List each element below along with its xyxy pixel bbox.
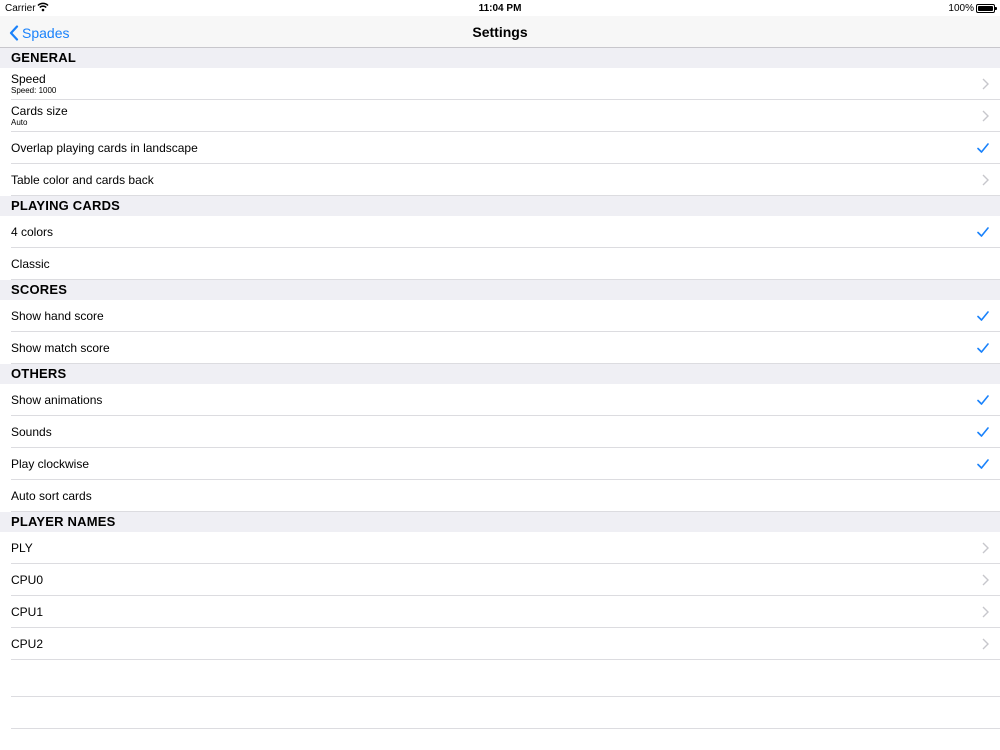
empty-row-divider bbox=[11, 728, 1000, 729]
overlap-cards-row[interactable]: Overlap playing cards in landscape bbox=[0, 132, 1000, 164]
clock: 11:04 PM bbox=[478, 3, 522, 14]
four-colors-title: 4 colors bbox=[11, 225, 54, 239]
four-colors-row[interactable]: 4 colors bbox=[0, 216, 1000, 248]
cards-size-title: Cards size bbox=[11, 104, 68, 118]
speed-subtitle: Speed: 1000 bbox=[11, 86, 57, 95]
player-row[interactable]: CPU0 bbox=[0, 564, 1000, 596]
table-color-row[interactable]: Table color and cards back bbox=[0, 164, 1000, 196]
checkmark-icon bbox=[977, 395, 989, 405]
speed-title: Speed bbox=[11, 72, 46, 86]
overlap-cards-title: Overlap playing cards in landscape bbox=[11, 141, 198, 155]
chevron-right-icon bbox=[982, 78, 989, 90]
settings-list: GENERAL Speed Speed: 1000 Cards size Aut… bbox=[0, 48, 1000, 660]
player-row[interactable]: PLY bbox=[0, 532, 1000, 564]
cards-size-subtitle: Auto bbox=[11, 118, 28, 127]
hand-score-title: Show hand score bbox=[11, 309, 104, 323]
animations-title: Show animations bbox=[11, 393, 103, 407]
navigation-bar: Spades Settings bbox=[0, 16, 1000, 48]
checkmark-icon bbox=[977, 427, 989, 437]
checkmark-icon bbox=[977, 311, 989, 321]
clockwise-row[interactable]: Play clockwise bbox=[0, 448, 1000, 480]
checkmark-icon bbox=[977, 227, 989, 237]
classic-row[interactable]: Classic bbox=[0, 248, 1000, 280]
chevron-right-icon bbox=[982, 542, 989, 554]
hand-score-row[interactable]: Show hand score bbox=[0, 300, 1000, 332]
battery-icon bbox=[976, 4, 997, 13]
chevron-right-icon bbox=[982, 110, 989, 122]
section-header-others: OTHERS bbox=[0, 364, 1000, 384]
sounds-row[interactable]: Sounds bbox=[0, 416, 1000, 448]
empty-row-divider bbox=[11, 696, 1000, 697]
status-bar: Carrier 11:04 PM 100% bbox=[0, 0, 1000, 16]
chevron-right-icon bbox=[982, 574, 989, 586]
page-title: Settings bbox=[472, 24, 528, 40]
section-header-playing-cards: PLAYING CARDS bbox=[0, 196, 1000, 216]
battery-percent: 100% bbox=[948, 3, 974, 14]
player-name: CPU1 bbox=[11, 605, 44, 619]
section-header-player-names: PLAYER NAMES bbox=[0, 512, 1000, 532]
section-header-general: GENERAL bbox=[0, 48, 1000, 68]
table-color-title: Table color and cards back bbox=[11, 173, 154, 187]
cards-size-row[interactable]: Cards size Auto bbox=[0, 100, 1000, 132]
player-row[interactable]: CPU1 bbox=[0, 596, 1000, 628]
checkmark-icon bbox=[977, 143, 989, 153]
clockwise-title: Play clockwise bbox=[11, 457, 90, 471]
player-name: CPU2 bbox=[11, 637, 44, 651]
chevron-right-icon bbox=[982, 606, 989, 618]
speed-row[interactable]: Speed Speed: 1000 bbox=[0, 68, 1000, 100]
auto-sort-row[interactable]: Auto sort cards bbox=[0, 480, 1000, 512]
player-name: CPU0 bbox=[11, 573, 44, 587]
match-score-title: Show match score bbox=[11, 341, 110, 355]
section-header-scores: SCORES bbox=[0, 280, 1000, 300]
chevron-right-icon bbox=[982, 638, 989, 650]
chevron-right-icon bbox=[982, 174, 989, 186]
animations-row[interactable]: Show animations bbox=[0, 384, 1000, 416]
player-name: PLY bbox=[11, 541, 33, 555]
player-row[interactable]: CPU2 bbox=[0, 628, 1000, 660]
checkmark-icon bbox=[977, 343, 989, 353]
sounds-title: Sounds bbox=[11, 425, 52, 439]
auto-sort-title: Auto sort cards bbox=[11, 489, 92, 503]
checkmark-icon bbox=[977, 459, 989, 469]
classic-title: Classic bbox=[11, 257, 50, 271]
match-score-row[interactable]: Show match score bbox=[0, 332, 1000, 364]
